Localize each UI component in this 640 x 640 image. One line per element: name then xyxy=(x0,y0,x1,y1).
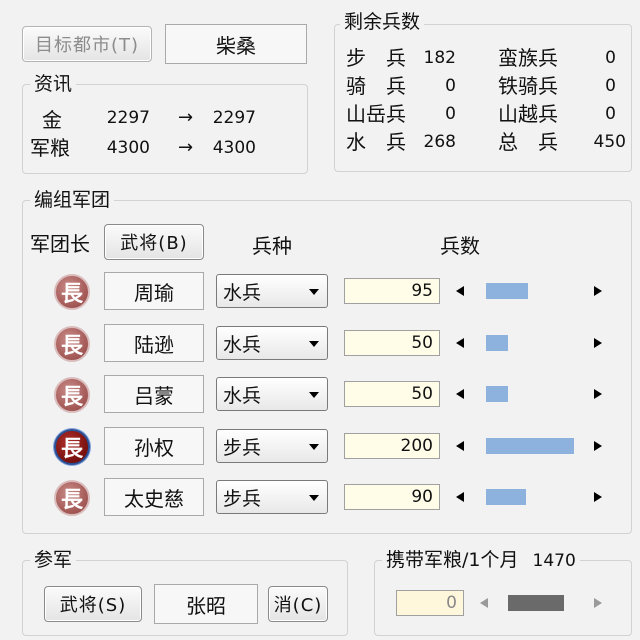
remaining-left-label-2: 山岳兵 xyxy=(346,102,406,126)
row-decrease-arrow-icon[interactable] xyxy=(450,436,470,456)
chevron-down-icon xyxy=(309,444,319,450)
remaining-right-label-2: 山越兵 xyxy=(498,102,558,126)
remaining-left-value-0: 182 xyxy=(423,48,456,68)
row-troop-count-input[interactable]: 200 xyxy=(344,433,440,459)
supply-bar-fill xyxy=(508,595,564,611)
advisor-general-button[interactable]: 武将(S) xyxy=(44,586,142,622)
row-troop-bar xyxy=(486,489,574,505)
row-increase-arrow-icon[interactable] xyxy=(588,333,608,353)
row-troop-type-select[interactable]: 水兵 xyxy=(216,326,328,360)
row-troop-type-value: 水兵 xyxy=(223,281,262,304)
gold-arrow: → xyxy=(178,107,194,128)
row-troop-type-select[interactable]: 水兵 xyxy=(216,274,328,308)
info-title: 资讯 xyxy=(30,72,77,96)
formation-title: 编组军团 xyxy=(30,188,115,212)
remaining-troops-title: 剩余兵数 xyxy=(340,10,425,34)
row-troop-count-input[interactable]: 50 xyxy=(344,330,440,356)
row-general-name: 周瑜 xyxy=(104,272,204,310)
remaining-left-value-3: 268 xyxy=(423,132,456,152)
supply-increase-arrow-icon[interactable] xyxy=(588,593,608,613)
food-arrow: → xyxy=(178,137,194,158)
row-troop-type-value: 水兵 xyxy=(223,384,262,407)
supply-input[interactable]: 0 xyxy=(396,590,464,616)
supply-title: 携带军粮/1个月 1470 xyxy=(382,548,580,573)
row-general-name: 孙权 xyxy=(104,427,204,465)
food-from: 4300 xyxy=(106,138,150,158)
row-troop-bar-fill xyxy=(486,283,528,299)
food-to: 4300 xyxy=(212,138,256,158)
remaining-right-label-1: 铁骑兵 xyxy=(498,74,558,98)
gold-to: 2297 xyxy=(212,108,256,128)
row-troop-type-value: 步兵 xyxy=(223,436,262,459)
remaining-right-value-2: 0 xyxy=(605,104,616,124)
supply-per-month: 1470 xyxy=(532,551,576,571)
advisor-cancel-button[interactable]: 消(C) xyxy=(268,586,328,622)
column-header-count: 兵数 xyxy=(440,234,480,258)
advisor-name-field: 张昭 xyxy=(154,584,258,624)
column-header-type: 兵种 xyxy=(252,234,292,258)
row-troop-bar xyxy=(486,386,574,402)
row-general-name: 太史慈 xyxy=(104,478,204,516)
gold-label: 金 xyxy=(42,108,62,132)
row-troop-bar-fill xyxy=(486,438,574,454)
row-troop-type-value: 水兵 xyxy=(223,333,262,356)
chevron-down-icon xyxy=(309,341,319,347)
chevron-down-icon xyxy=(309,495,319,501)
row-decrease-arrow-icon[interactable] xyxy=(450,281,470,301)
remaining-left-label-0: 步 兵 xyxy=(346,46,406,70)
supply-bar xyxy=(508,595,574,611)
row-troop-count-input[interactable]: 90 xyxy=(344,484,440,510)
leader-badge-icon[interactable]: 長 xyxy=(54,326,90,362)
leader-label: 军团长 xyxy=(30,232,90,256)
leader-badge-icon[interactable]: 長 xyxy=(54,274,90,310)
supply-decrease-arrow-icon[interactable] xyxy=(474,593,494,613)
advisor-title: 参军 xyxy=(30,548,77,572)
food-label: 军粮 xyxy=(30,136,70,160)
remaining-left-value-2: 0 xyxy=(445,104,456,124)
remaining-right-value-3: 450 xyxy=(593,132,626,152)
row-decrease-arrow-icon[interactable] xyxy=(450,487,470,507)
row-increase-arrow-icon[interactable] xyxy=(588,384,608,404)
remaining-left-label-3: 水 兵 xyxy=(346,130,406,154)
row-troop-bar xyxy=(486,438,574,454)
row-troop-type-select[interactable]: 步兵 xyxy=(216,480,328,514)
row-troop-bar xyxy=(486,335,574,351)
remaining-left-label-1: 骑 兵 xyxy=(346,74,406,98)
row-troop-type-select[interactable]: 水兵 xyxy=(216,377,328,411)
row-troop-type-value: 步兵 xyxy=(223,487,262,510)
remaining-right-label-0: 蛮族兵 xyxy=(498,46,558,70)
row-troop-bar-fill xyxy=(486,335,508,351)
info-group xyxy=(22,84,308,174)
row-decrease-arrow-icon[interactable] xyxy=(450,333,470,353)
row-general-name: 陆逊 xyxy=(104,324,204,362)
row-troop-bar-fill xyxy=(486,489,526,505)
row-increase-arrow-icon[interactable] xyxy=(588,487,608,507)
row-troop-count-input[interactable]: 50 xyxy=(344,381,440,407)
chevron-down-icon xyxy=(309,392,319,398)
row-troop-bar-fill xyxy=(486,386,508,402)
remaining-right-value-0: 0 xyxy=(605,48,616,68)
target-city-field: 柴桑 xyxy=(165,24,307,64)
row-troop-count-input[interactable]: 95 xyxy=(344,278,440,304)
supply-title-label: 携带军粮/1个月 xyxy=(386,549,519,571)
remaining-right-label-3: 总 兵 xyxy=(498,130,558,154)
row-general-name: 吕蒙 xyxy=(104,375,204,413)
leader-badge-icon[interactable]: 長 xyxy=(54,377,90,413)
row-troop-type-select[interactable]: 步兵 xyxy=(216,429,328,463)
row-decrease-arrow-icon[interactable] xyxy=(450,384,470,404)
row-increase-arrow-icon[interactable] xyxy=(588,281,608,301)
row-troop-bar xyxy=(486,283,574,299)
target-city-button[interactable]: 目标都市(T) xyxy=(22,26,152,62)
remaining-left-value-1: 0 xyxy=(445,76,456,96)
leader-badge-icon[interactable]: 長 xyxy=(54,429,90,465)
gold-from: 2297 xyxy=(106,108,150,128)
leader-badge-icon[interactable]: 長 xyxy=(54,480,90,516)
row-increase-arrow-icon[interactable] xyxy=(588,436,608,456)
remaining-right-value-1: 0 xyxy=(605,76,616,96)
formation-general-button[interactable]: 武将(B) xyxy=(104,224,204,260)
chevron-down-icon xyxy=(309,289,319,295)
